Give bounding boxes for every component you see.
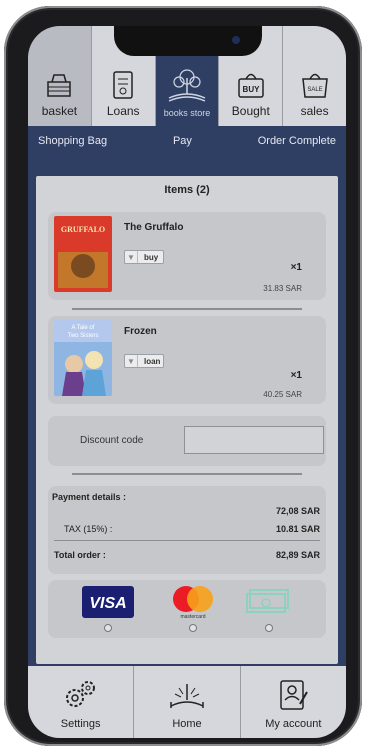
mastercard-icon[interactable]: mastercard (168, 584, 218, 620)
total-label: Total order : (54, 550, 106, 560)
mastercard-radio[interactable] (189, 624, 197, 632)
visa-icon[interactable]: VISA (82, 586, 134, 618)
payment-methods: VISA mastercard (48, 580, 326, 638)
divider (72, 473, 302, 475)
checkout-steps: Shopping Bag Pay Order Complete (28, 126, 346, 156)
tab-sales-label: sales (300, 104, 329, 118)
tab-basket[interactable]: basket (28, 26, 92, 126)
tax-value: 10.81 SAR (275, 524, 320, 534)
svg-text:VISA: VISA (89, 595, 126, 612)
buy-bag-icon: BUY (238, 73, 264, 98)
tab-sales[interactable]: SALE sales (283, 26, 346, 126)
tab-my-account[interactable]: My account (240, 666, 346, 738)
step-order-complete[interactable]: Order Complete (258, 135, 336, 147)
svg-text:SALE: SALE (307, 87, 322, 93)
cart-panel: Items (2) GRUFFALO The Gruffalo ▼ buy ×1 … (36, 176, 338, 664)
item-title: The Gruffalo (124, 222, 184, 233)
tab-home-label: Home (172, 718, 202, 730)
option-select[interactable]: ▼ buy (124, 250, 164, 264)
loan-card-icon (113, 71, 133, 99)
item-price: 40.25 SAR (263, 390, 302, 399)
svg-text:A Tale of: A Tale of (72, 325, 95, 331)
phone-frame: basket Loans books store BUY Bought SALE… (4, 6, 362, 746)
gears-icon (65, 681, 95, 707)
items-title: Items (2) (164, 184, 210, 196)
tab-loans-label: Loans (106, 104, 140, 118)
discount-section: Discount code (48, 416, 326, 466)
cart-item-gruffalo: GRUFFALO The Gruffalo ▼ buy ×1 31.83 SAR (48, 212, 326, 300)
divider (72, 308, 302, 310)
option-select[interactable]: ▼ loan (124, 354, 164, 368)
item-title: Frozen (124, 326, 157, 337)
open-book-icon (170, 684, 204, 708)
dropdown-arrow-icon: ▼ (125, 251, 138, 263)
visa-radio[interactable] (104, 624, 112, 632)
tax-label: TAX (15%) : (64, 524, 113, 534)
svg-text:BUY: BUY (242, 85, 260, 94)
discount-label: Discount code (80, 435, 144, 446)
tab-home[interactable]: Home (134, 666, 241, 738)
tab-my-account-label: My account (265, 718, 322, 730)
step-pay[interactable]: Pay (173, 135, 192, 147)
step-shopping-bag[interactable]: Shopping Bag (38, 135, 107, 147)
tab-settings[interactable]: Settings (28, 666, 135, 738)
payment-details: Payment details : 72,08 SAR TAX (15%) : … (48, 486, 326, 574)
book-cover-gruffalo: GRUFFALO (54, 216, 112, 292)
notch (114, 26, 262, 56)
item-quantity: ×1 (290, 262, 302, 273)
svg-text:mastercard: mastercard (180, 614, 205, 620)
tab-settings-label: Settings (60, 718, 101, 730)
cart-item-frozen: A Tale of Two Sisters Frozen ▼ loan ×1 40.… (48, 316, 326, 404)
svg-text:Two Sisters: Two Sisters (67, 333, 98, 339)
camera-icon (232, 36, 240, 44)
app-screen: basket Loans books store BUY Bought SALE… (28, 26, 346, 738)
item-quantity: ×1 (290, 370, 302, 381)
cash-radio[interactable] (265, 624, 273, 632)
account-icon (280, 680, 309, 710)
total-value: 82,89 SAR (275, 550, 320, 560)
basket-icon (47, 74, 72, 97)
subtotal-value: 72,08 SAR (275, 506, 320, 516)
discount-code-input[interactable] (184, 426, 324, 454)
book-tree-icon (168, 69, 206, 102)
dropdown-arrow-icon: ▼ (125, 355, 138, 367)
cash-icon[interactable] (244, 586, 294, 616)
payment-heading: Payment details : (52, 492, 127, 502)
tab-books-store-label: books store (163, 108, 211, 118)
divider (54, 540, 320, 541)
tab-bought-label: Bought (231, 104, 270, 118)
svg-text:GRUFFALO: GRUFFALO (61, 225, 105, 234)
sale-bag-icon: SALE (301, 73, 328, 98)
item-price: 31.83 SAR (263, 284, 302, 293)
tab-basket-label: basket (41, 104, 78, 118)
bottom-nav: Settings Home My account (28, 666, 346, 738)
book-cover-frozen: A Tale of Two Sisters (54, 320, 112, 396)
